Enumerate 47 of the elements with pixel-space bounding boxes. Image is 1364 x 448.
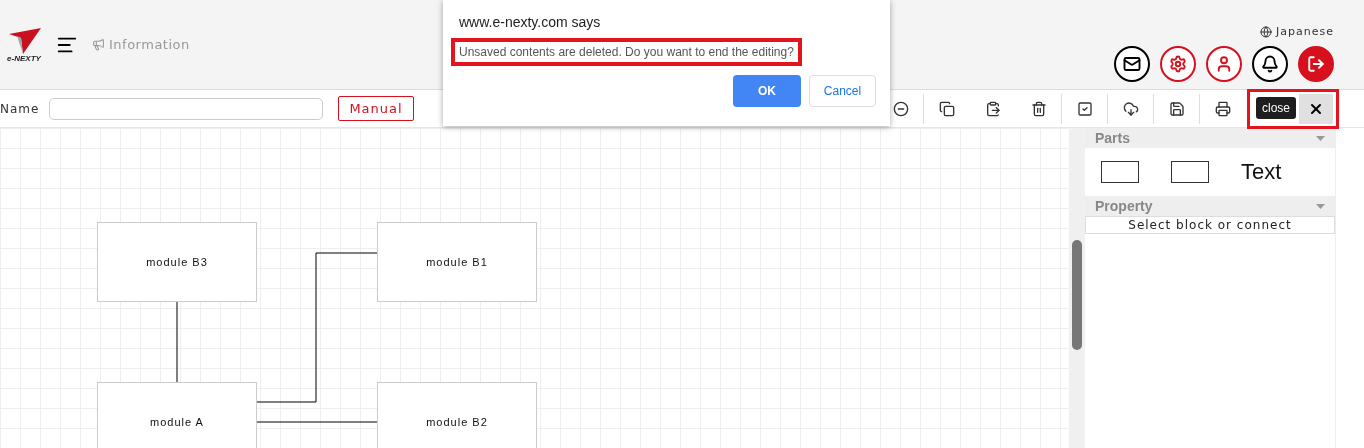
parts-title: Parts <box>1095 130 1131 146</box>
cloud-download-icon <box>1122 100 1139 117</box>
checkbox-icon <box>1076 100 1093 117</box>
globe-icon <box>1260 25 1273 38</box>
cancel-button[interactable]: Cancel <box>809 75 876 107</box>
gear-icon <box>1169 55 1187 73</box>
block-label: module B2 <box>426 416 488 428</box>
block-label: module B3 <box>146 256 208 268</box>
dialog-message: Unsaved contents are deleted. Do you want to end the editing? <box>451 38 802 66</box>
caret-icon <box>1316 203 1325 209</box>
block-part[interactable] <box>1101 161 1139 183</box>
information-link[interactable]: Information <box>92 37 190 52</box>
ok-button[interactable]: OK <box>733 75 801 107</box>
logo-text: e-NEXTY <box>7 54 41 63</box>
megaphone-icon <box>92 38 105 51</box>
block-label: module B1 <box>426 256 488 268</box>
logout-icon <box>1307 55 1325 73</box>
paste-icon <box>985 100 1001 117</box>
property-message: Select block or connect <box>1085 216 1335 234</box>
zoom-out-icon <box>892 100 909 117</box>
logout-button[interactable] <box>1298 46 1334 82</box>
dialog-title: www.e-nexty.com says <box>459 14 602 30</box>
text-part[interactable]: Text <box>1241 159 1282 185</box>
caret-icon <box>1316 135 1325 141</box>
block-label: module A <box>150 416 204 428</box>
mail-button[interactable] <box>1114 46 1150 82</box>
section-header[interactable]: Property <box>1085 196 1335 216</box>
close-tooltip: close <box>1256 96 1296 119</box>
save-icon <box>1168 100 1185 117</box>
property-title: Property <box>1095 198 1153 214</box>
printer-icon <box>1215 100 1231 117</box>
block-part[interactable] <box>1171 161 1209 183</box>
user-button[interactable] <box>1206 46 1242 82</box>
mail-icon <box>1123 55 1141 73</box>
bell-icon <box>1261 55 1279 73</box>
language-link[interactable]: Japanese <box>1260 25 1334 38</box>
user-icon <box>1215 55 1233 73</box>
settings-button[interactable] <box>1160 46 1196 82</box>
name-label: Name <box>0 101 40 116</box>
scrollbar-thumb[interactable] <box>1072 240 1082 350</box>
bell-button[interactable] <box>1252 46 1288 82</box>
close-button[interactable] <box>1299 93 1333 124</box>
trash-icon <box>1030 100 1047 117</box>
section-header[interactable]: Parts <box>1085 128 1335 148</box>
copy-icon <box>939 100 955 117</box>
name-field[interactable] <box>49 97 324 120</box>
manual-button[interactable]: Manual <box>338 96 414 121</box>
